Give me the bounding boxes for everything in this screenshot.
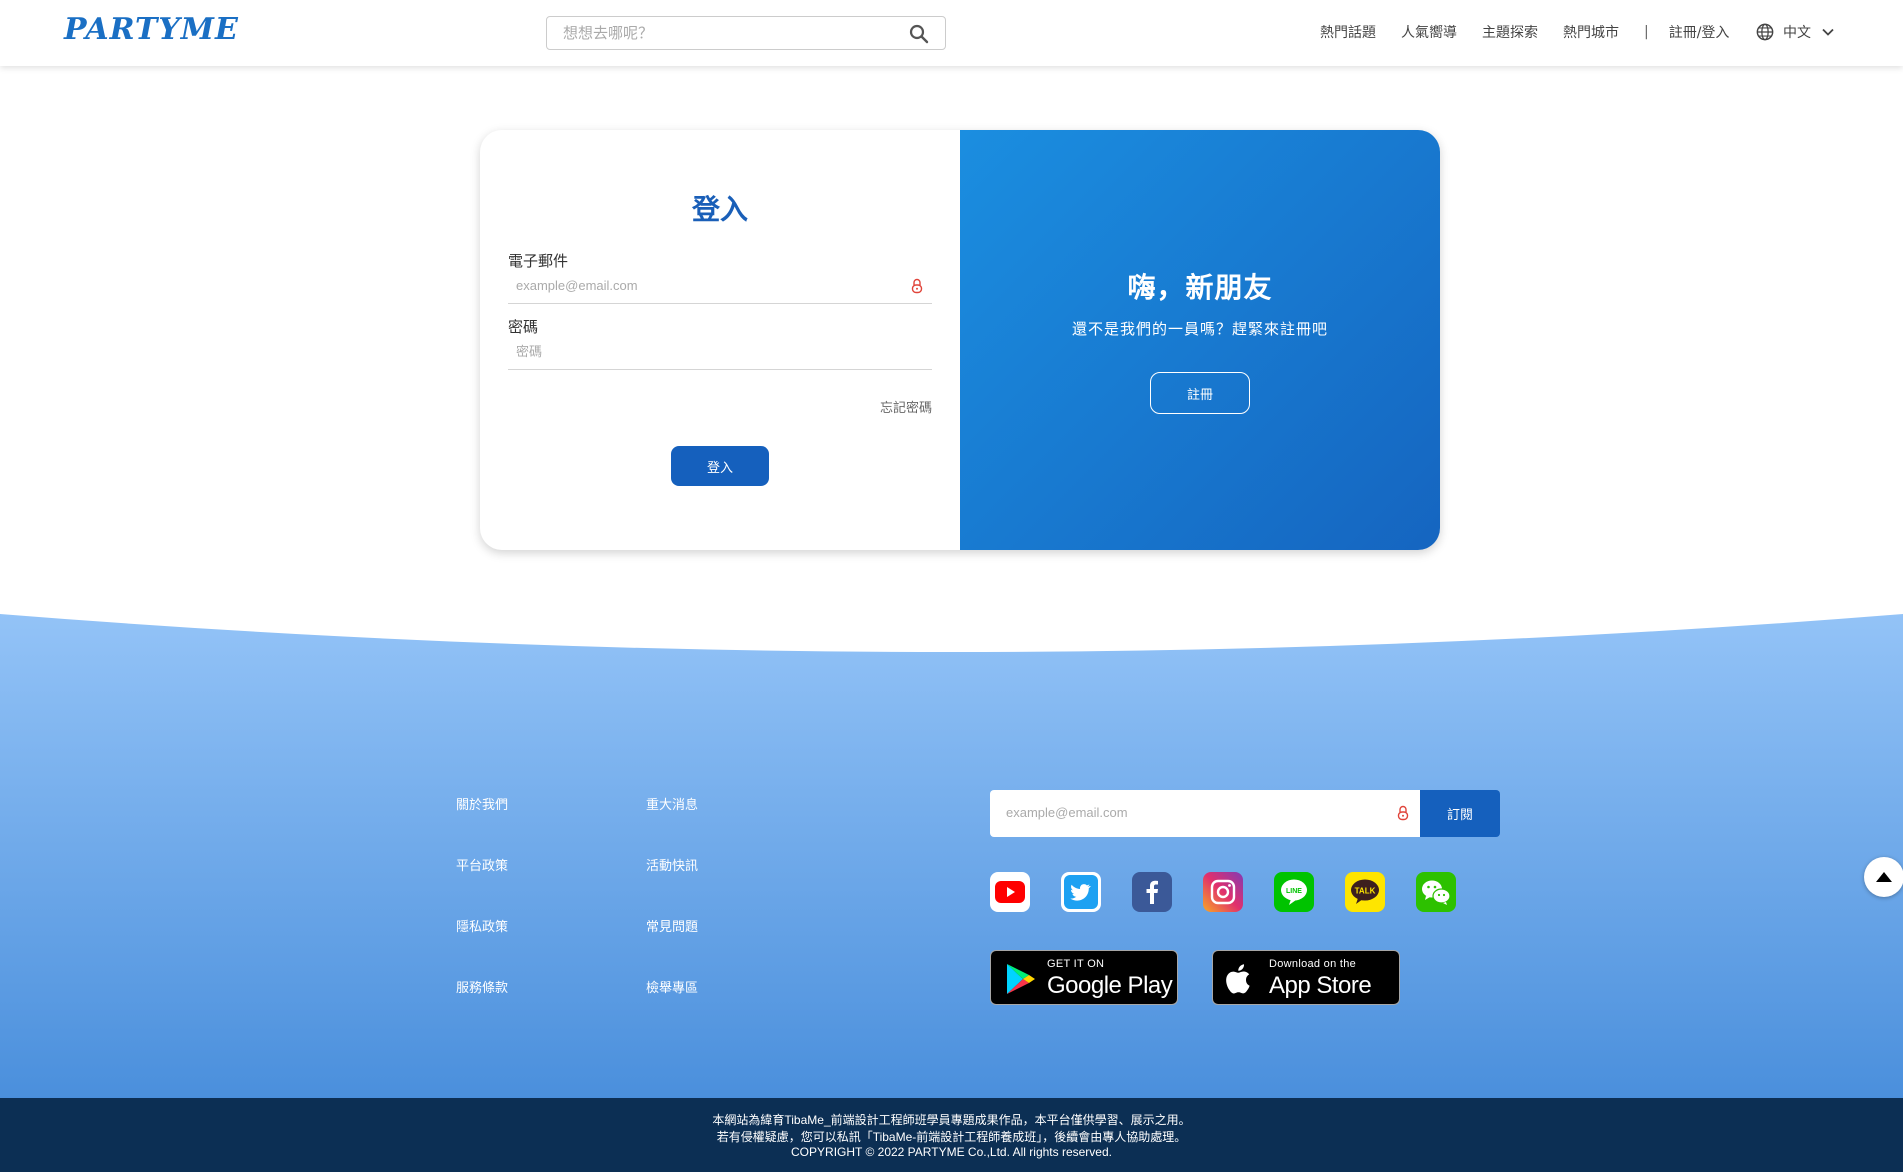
nav-login-register[interactable]: 註冊/登入 — [1669, 22, 1730, 42]
footer-link-privacy[interactable]: 隱私政策 — [456, 916, 508, 935]
login-panel: 登入 電子郵件 密碼 忘記密碼 登入 — [480, 130, 960, 550]
chevron-down-icon — [1822, 28, 1834, 36]
copyright-line-2: 若有侵權疑慮，您可以私訊「TibaMe-前端設計工程師養成班」，後續會由專人協助… — [716, 1130, 1187, 1144]
subscribe-email-field[interactable] — [1006, 805, 1386, 820]
email-field-wrapper — [508, 270, 932, 304]
email-label: 電子郵件 — [508, 252, 569, 270]
subscribe-field-wrapper — [990, 790, 1420, 837]
site-header: PARTYME 熱門話題 人氣嚮導 主題探索 熱門城市 | 註冊/登入 中文 — [0, 0, 1903, 66]
footer-link-platform-policy[interactable]: 平台政策 — [456, 855, 508, 874]
footer-link-faq[interactable]: 常見問題 — [646, 916, 698, 935]
app-store-big: App Store — [1269, 972, 1372, 999]
email-field[interactable] — [516, 278, 896, 293]
signup-panel: 嗨，新朋友 還不是我們的一員嗎？趕緊來註冊吧 註冊 — [960, 130, 1440, 550]
main-nav: 熱門話題 人氣嚮導 主題探索 熱門城市 | 註冊/登入 — [1320, 22, 1754, 42]
lock-icon — [1397, 805, 1409, 821]
nav-hot-topics[interactable]: 熱門話題 — [1320, 22, 1376, 42]
footer-link-report[interactable]: 檢舉專區 — [646, 977, 698, 996]
nav-popular-guides[interactable]: 人氣嚮導 — [1401, 22, 1457, 42]
youtube-icon[interactable] — [990, 872, 1030, 912]
language-selector[interactable]: 中文 — [1756, 22, 1835, 42]
social-links: LINE TALK — [990, 872, 1487, 912]
svg-text:LINE: LINE — [1286, 888, 1302, 895]
copyright-line-1: 本網站為緯育TibaMe_前端設計工程師班學員專題成果作品，本平台僅供學習、展示… — [712, 1113, 1191, 1127]
google-play-icon — [1007, 964, 1035, 994]
kakaotalk-icon[interactable]: TALK — [1345, 872, 1385, 912]
google-play-badge[interactable]: GET IT ON Google Play — [990, 950, 1178, 1005]
login-title: 登入 — [691, 193, 748, 226]
copyright-line-3: COPYRIGHT © 2022 PARTYME Co.,Ltd. All ri… — [791, 1145, 1112, 1159]
nav-hot-cities[interactable]: 熱門城市 — [1563, 22, 1619, 42]
password-field[interactable] — [516, 344, 896, 359]
footer-background — [0, 614, 1903, 1100]
caret-up-icon — [1876, 872, 1892, 882]
nav-separator: | — [1644, 24, 1649, 40]
svg-text:TALK: TALK — [1355, 887, 1376, 896]
copyright-bar: 本網站為緯育TibaMe_前端設計工程師班學員專題成果作品，本平台僅供學習、展示… — [0, 1098, 1903, 1172]
footer-link-about[interactable]: 關於我們 — [456, 794, 508, 813]
footer-link-events[interactable]: 活動快訊 — [646, 855, 698, 874]
instagram-icon[interactable] — [1203, 872, 1243, 912]
login-card: 登入 電子郵件 密碼 忘記密碼 登入 嗨，新朋友 還不是我們的一員嗎？趕緊來註冊… — [480, 130, 1440, 550]
twitter-icon[interactable] — [1061, 872, 1101, 912]
line-icon[interactable]: LINE — [1274, 872, 1314, 912]
apple-icon — [1226, 964, 1250, 994]
footer-link-news[interactable]: 重大消息 — [646, 794, 698, 813]
app-store-badge[interactable]: Download on the App Store — [1212, 950, 1400, 1005]
nav-theme-explore[interactable]: 主題探索 — [1482, 22, 1538, 42]
signup-title: 嗨，新朋友 — [1127, 271, 1273, 304]
globe-icon — [1756, 23, 1774, 41]
password-label: 密碼 — [508, 318, 539, 336]
language-label: 中文 — [1783, 25, 1811, 41]
scroll-to-top-button[interactable] — [1864, 857, 1903, 897]
subscribe-button[interactable]: 訂閱 — [1420, 790, 1500, 837]
wechat-icon[interactable] — [1416, 872, 1456, 912]
google-play-big: Google Play — [1047, 972, 1173, 999]
search-icon[interactable] — [909, 24, 929, 44]
login-button[interactable]: 登入 — [671, 446, 769, 486]
register-button[interactable]: 註冊 — [1150, 372, 1250, 414]
google-play-small: GET IT ON — [1047, 958, 1105, 970]
app-store-small: Download on the — [1269, 958, 1357, 970]
footer-link-terms[interactable]: 服務條款 — [456, 977, 508, 996]
facebook-icon[interactable] — [1132, 872, 1172, 912]
forgot-password-link[interactable]: 忘記密碼 — [880, 397, 932, 416]
lock-icon — [911, 278, 923, 294]
signup-subtitle: 還不是我們的一員嗎？趕緊來註冊吧 — [1071, 320, 1328, 338]
newsletter-subscribe: 訂閱 — [990, 790, 1500, 837]
search-bar[interactable] — [546, 16, 946, 50]
password-field-wrapper — [508, 336, 932, 370]
search-input[interactable] — [563, 23, 903, 43]
partyme-logo[interactable]: PARTYME — [64, 12, 239, 47]
